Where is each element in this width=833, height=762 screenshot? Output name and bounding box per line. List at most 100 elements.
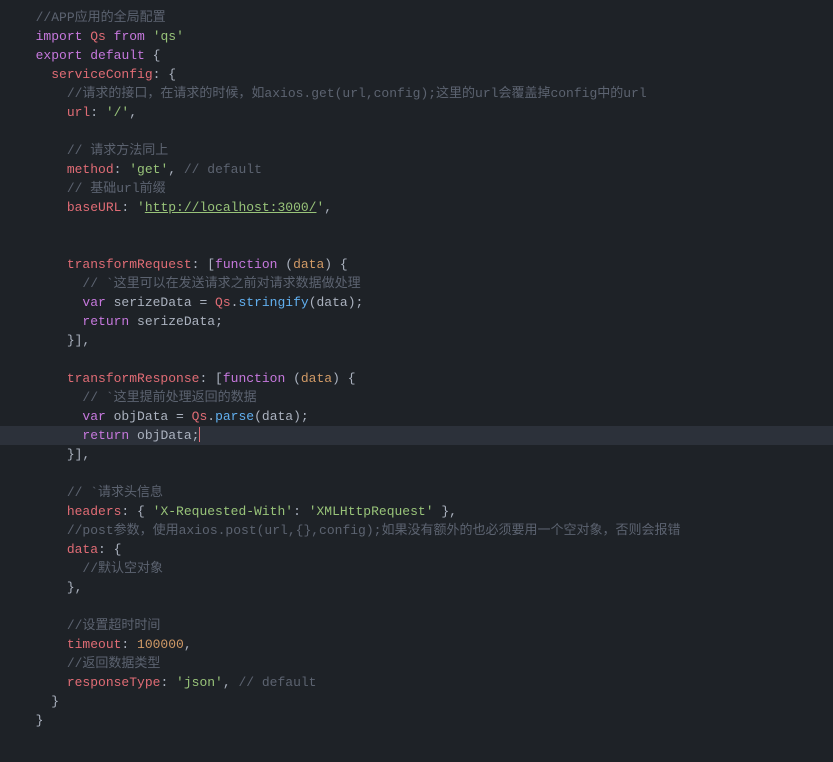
code-line[interactable]: headers: { 'X-Requested-With': 'XMLHttpR…: [0, 502, 833, 521]
identifier: objData =: [106, 409, 192, 424]
comment: // default: [184, 162, 262, 177]
code-line[interactable]: [0, 350, 833, 369]
property: baseURL: [67, 200, 122, 215]
identifier: objData: [129, 428, 191, 443]
comment: //默认空对象: [82, 561, 163, 576]
punct: ) {: [332, 371, 355, 386]
punct: : {: [121, 504, 152, 519]
function-call: parse: [215, 409, 254, 424]
identifier: data: [317, 295, 348, 310]
punct: (: [277, 257, 293, 272]
code-line[interactable]: }],: [0, 445, 833, 464]
punct: ,: [129, 105, 137, 120]
property: data: [67, 542, 98, 557]
code-line[interactable]: // `请求头信息: [0, 483, 833, 502]
comment: // default: [238, 675, 316, 690]
code-line[interactable]: var objData = Qs.parse(data);: [0, 407, 833, 426]
code-line[interactable]: // `这里可以在发送请求之前对请求数据做处理: [0, 274, 833, 293]
code-line[interactable]: //返回数据类型: [0, 654, 833, 673]
code-line[interactable]: baseURL: 'http://localhost:3000/',: [0, 198, 833, 217]
comment: // 请求方法同上: [67, 143, 168, 158]
punct: );: [348, 295, 364, 310]
code-line[interactable]: }],: [0, 331, 833, 350]
identifier: serizeData: [129, 314, 215, 329]
punct: ;: [215, 314, 223, 329]
code-line[interactable]: //请求的接口，在请求的时候，如axios.get(url,config);这里…: [0, 84, 833, 103]
string: 'json': [176, 675, 223, 690]
punct: (: [309, 295, 317, 310]
punct: :: [121, 200, 137, 215]
code-line[interactable]: [0, 236, 833, 255]
code-line[interactable]: }: [0, 692, 833, 711]
property: transformResponse: [67, 371, 200, 386]
comment: // `这里可以在发送请求之前对请求数据做处理: [82, 276, 360, 291]
punct: : {: [153, 67, 176, 82]
code-line[interactable]: }: [0, 711, 833, 730]
property: transformRequest: [67, 257, 192, 272]
string: 'XMLHttpRequest': [309, 504, 434, 519]
punct: }],: [67, 447, 90, 462]
comment: //设置超时时间: [67, 618, 161, 633]
punct: ,: [223, 675, 239, 690]
code-line[interactable]: timeout: 100000,: [0, 635, 833, 654]
punct: ,: [324, 200, 332, 215]
code-line[interactable]: [0, 597, 833, 616]
punct: : {: [98, 542, 121, 557]
code-line[interactable]: import Qs from 'qs': [0, 27, 833, 46]
punct: },: [434, 504, 457, 519]
identifier: Qs: [192, 409, 208, 424]
property: headers: [67, 504, 122, 519]
code-line[interactable]: transformResponse: [function (data) {: [0, 369, 833, 388]
property: url: [67, 105, 90, 120]
code-line[interactable]: //APP应用的全局配置: [0, 8, 833, 27]
function-call: stringify: [238, 295, 308, 310]
code-line[interactable]: // 请求方法同上: [0, 141, 833, 160]
code-line[interactable]: export default {: [0, 46, 833, 65]
code-line[interactable]: // `这里提前处理返回的数据: [0, 388, 833, 407]
code-line[interactable]: url: '/',: [0, 103, 833, 122]
code-line[interactable]: //默认空对象: [0, 559, 833, 578]
punct: (: [254, 409, 262, 424]
code-line[interactable]: //post参数，使用axios.post(url,{},config);如果没…: [0, 521, 833, 540]
code-line-active[interactable]: return objData;: [0, 426, 833, 445]
code-line[interactable]: //设置超时时间: [0, 616, 833, 635]
code-line[interactable]: responseType: 'json', // default: [0, 673, 833, 692]
property: responseType: [67, 675, 161, 690]
string: '/': [106, 105, 129, 120]
punct: :: [121, 637, 137, 652]
parameter: data: [293, 257, 324, 272]
identifier: data: [262, 409, 293, 424]
code-line[interactable]: [0, 464, 833, 483]
code-line[interactable]: // 基础url前缀: [0, 179, 833, 198]
code-editor[interactable]: //APP应用的全局配置 import Qs from 'qs' export …: [0, 8, 833, 730]
punct: : [: [199, 371, 222, 386]
code-line[interactable]: },: [0, 578, 833, 597]
identifier: Qs: [90, 29, 106, 44]
code-line[interactable]: [0, 217, 833, 236]
keyword: var: [82, 295, 105, 310]
keyword: return: [82, 314, 129, 329]
comment: //请求的接口，在请求的时候，如axios.get(url,config);这里…: [67, 86, 647, 101]
code-line[interactable]: serviceConfig: {: [0, 65, 833, 84]
punct: {: [145, 48, 161, 63]
parameter: data: [301, 371, 332, 386]
property: timeout: [67, 637, 122, 652]
punct: (: [285, 371, 301, 386]
number: 100000: [137, 637, 184, 652]
code-line[interactable]: [0, 122, 833, 141]
code-line[interactable]: transformRequest: [function (data) {: [0, 255, 833, 274]
code-line[interactable]: return serizeData;: [0, 312, 833, 331]
punct: .: [207, 409, 215, 424]
property: method: [67, 162, 114, 177]
code-line[interactable]: method: 'get', // default: [0, 160, 833, 179]
punct: :: [114, 162, 130, 177]
code-line[interactable]: data: {: [0, 540, 833, 559]
code-line[interactable]: var serizeData = Qs.stringify(data);: [0, 293, 833, 312]
punct: },: [67, 580, 83, 595]
comment: // 基础url前缀: [67, 181, 166, 196]
punct: :: [293, 504, 309, 519]
string: 'X-Requested-With': [153, 504, 293, 519]
keyword: function: [215, 257, 277, 272]
keyword: return: [82, 428, 129, 443]
keyword: export: [36, 48, 83, 63]
